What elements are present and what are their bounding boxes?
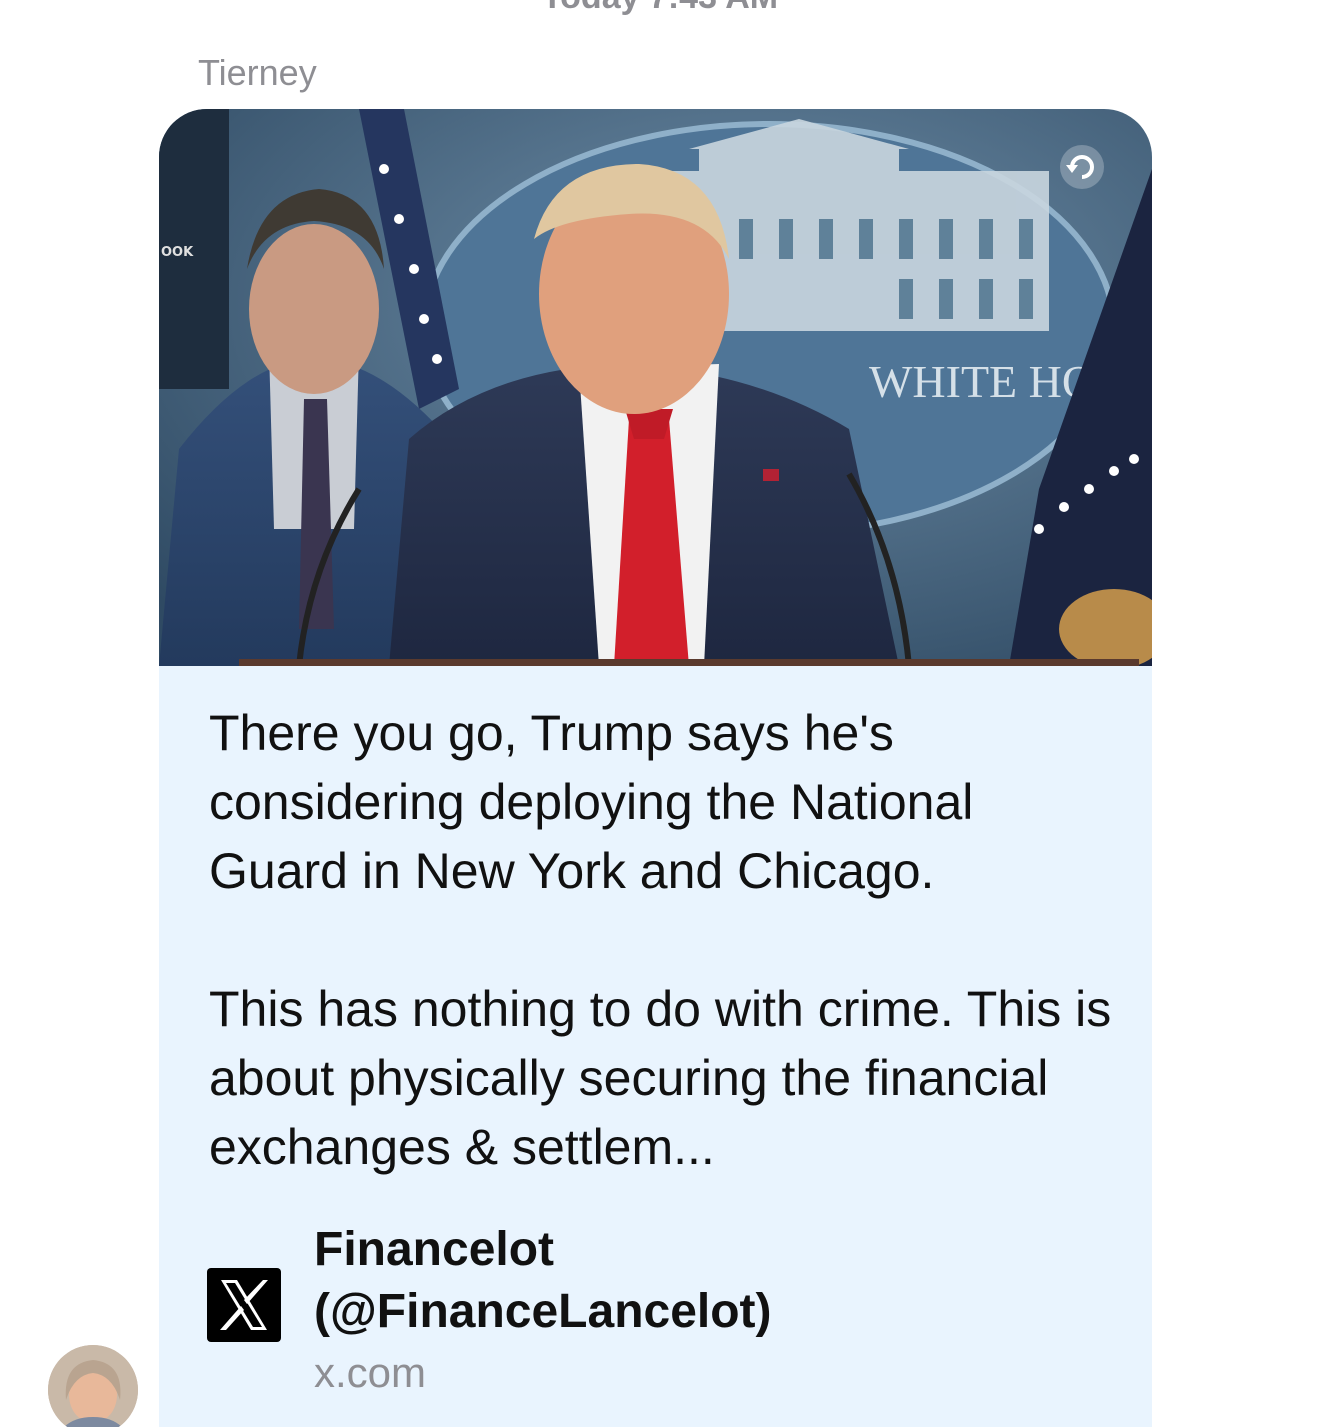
side-tag: OOK [161, 245, 194, 260]
message-timestamp: Today 7:43 AM [0, 0, 1320, 17]
source-title: Financelot (@FinanceLancelot) [314, 1219, 1074, 1343]
message-thread: Today 7:43 AM Tierney [0, 0, 1320, 1427]
source-domain: x.com [314, 1349, 427, 1396]
x-logo-icon [207, 1268, 281, 1342]
avatar-icon [48, 1345, 138, 1427]
link-source[interactable]: Financelot (@FinanceLancelot) x.com [207, 1219, 1107, 1419]
link-preview-bubble[interactable]: WHITE HOUSE OOK There you go, Trump says… [159, 109, 1152, 1427]
sender-name: Tierney [198, 52, 317, 93]
avatar[interactable] [48, 1345, 138, 1427]
preview-text: There you go, Trump says he's considerin… [209, 705, 1112, 1175]
replay-icon[interactable] [1056, 141, 1108, 193]
source-name: Financelot [314, 1223, 555, 1276]
source-handle: (@FinanceLancelot) [314, 1285, 772, 1338]
preview-image[interactable]: WHITE HOUSE OOK [159, 109, 1152, 666]
